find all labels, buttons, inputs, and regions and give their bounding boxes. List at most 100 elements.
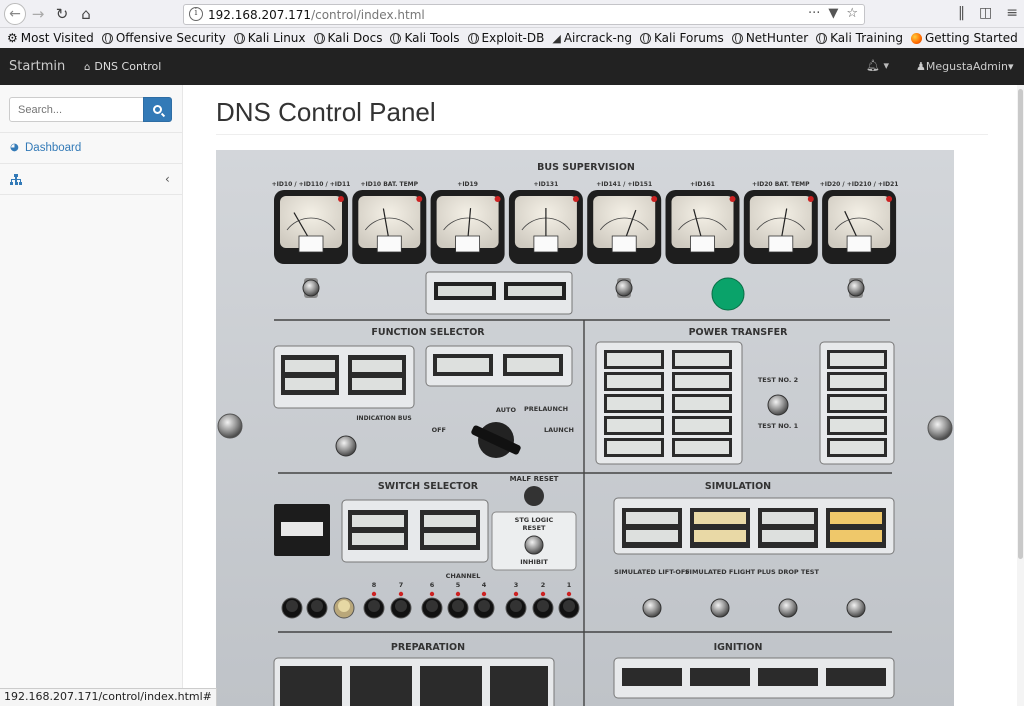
label-simulated-liftoff: SIMULATED LIFT-OFF <box>614 568 690 576</box>
page-title: DNS Control Panel <box>216 97 436 127</box>
channel-number: 5 <box>456 581 461 589</box>
hamburger-menu-icon[interactable]: ≡ <box>1006 5 1018 21</box>
bookmark-label: Getting Started <box>924 31 1018 45</box>
label-stg-logic: STG LOGIC <box>515 516 554 524</box>
channel-number: 3 <box>514 581 519 589</box>
globe-icon <box>816 32 828 44</box>
control-panel-image: BUS SUPERVISION FUNCTION SELECTOR POWER … <box>216 150 954 706</box>
bookmark-kali-training[interactable]: Kali Training <box>816 31 903 45</box>
sidebar: ◕ Dashboard ‹ <box>0 85 183 688</box>
sidebar-item-sitemap[interactable]: ‹ <box>0 164 182 195</box>
pocket-icon[interactable]: ▼ <box>828 6 838 21</box>
meter-label: +ID20 BAT. TEMP <box>752 181 810 188</box>
channel-button <box>505 597 527 619</box>
page-scrollbar[interactable] <box>1017 85 1024 706</box>
meter-5: +ID141 / +ID151 <box>587 181 662 264</box>
notifications-dropdown[interactable]: 🔔︎ ▾ <box>866 59 889 72</box>
channel-button <box>421 597 443 619</box>
meter-label: +ID131 <box>534 181 559 188</box>
dashboard-icon: ◕ <box>10 142 19 153</box>
nav-link-label: DNS Control <box>94 60 162 73</box>
sitemap-icon <box>10 174 22 185</box>
bookmark-label: Kali Linux <box>247 31 306 45</box>
bookmark-getting-started[interactable]: Getting Started <box>910 31 1018 45</box>
bell-icon: 🔔︎ <box>866 59 880 72</box>
meter-label: +ID19 <box>457 181 478 188</box>
label-test-2: TEST NO. 2 <box>758 376 798 384</box>
sidebar-toggle-icon[interactable]: ◫ <box>979 5 992 21</box>
meter-6: +ID161 <box>665 181 740 264</box>
user-dropdown[interactable]: ♟MegustaAdmin▾ <box>916 60 1013 73</box>
search-icon <box>153 105 162 114</box>
bookmark-label: NetHunter <box>745 31 809 45</box>
bookmark-aircrack-ng[interactable]: ◢ Aircrack-ng <box>552 31 632 45</box>
gear-icon: ⚙ <box>7 31 18 45</box>
label-function-selector: FUNCTION SELECTOR <box>371 327 485 338</box>
bookmark-label: Exploit-DB <box>481 31 545 45</box>
address-bar[interactable]: i 192.168.207.171/control/index.html ···… <box>183 4 865 25</box>
channel-button <box>390 597 412 619</box>
search-button[interactable] <box>143 97 172 122</box>
bookmark-label: Kali Forums <box>654 31 724 45</box>
search-input[interactable] <box>9 97 144 122</box>
scrollbar-thumb[interactable] <box>1018 89 1023 559</box>
forward-arrow-icon[interactable]: → <box>28 4 48 24</box>
label-plus-drop-test: PLUS DROP TEST <box>757 568 819 576</box>
channel-button <box>532 597 554 619</box>
bookmark-exploit-db[interactable]: Exploit-DB <box>467 31 545 45</box>
url-path: /control/index.html <box>311 8 425 22</box>
home-icon: ⌂ <box>84 62 91 73</box>
bookmark-kali-docs[interactable]: Kali Docs <box>313 31 383 45</box>
label-reset: RESET <box>522 524 546 532</box>
library-icon[interactable]: ‖ <box>958 5 965 21</box>
channel-number: 8 <box>372 581 377 589</box>
label-inhibit: INHIBIT <box>520 558 548 566</box>
bookmark-label: Offensive Security <box>115 31 226 45</box>
bookmark-kali-linux[interactable]: Kali Linux <box>233 31 306 45</box>
bookmark-label: Kali Tools <box>404 31 460 45</box>
label-test-1: TEST NO. 1 <box>758 422 799 430</box>
globe-icon <box>640 32 652 44</box>
brand-link[interactable]: Startmin <box>9 59 65 74</box>
label-auto: AUTO <box>496 406 517 414</box>
bookmark-kali-forums[interactable]: Kali Forums <box>640 31 724 45</box>
caret-down-icon: ▾ <box>883 59 889 72</box>
bookmark-kali-tools[interactable]: Kali Tools <box>390 31 460 45</box>
meter-label: +ID20 / +ID210 / +ID21 <box>820 181 899 188</box>
page-actions-icon[interactable]: ··· <box>808 6 820 21</box>
label-simulation: SIMULATION <box>705 481 771 492</box>
channel-button <box>281 597 303 619</box>
sidebar-item-label: Dashboard <box>25 142 82 154</box>
channel-number: 2 <box>541 581 546 589</box>
channel-button <box>306 597 328 619</box>
globe-icon <box>313 32 325 44</box>
meter-label: +ID141 / +ID151 <box>596 181 652 188</box>
preparation-indicators <box>273 657 555 706</box>
bookmark-star-icon[interactable]: ☆ <box>846 6 858 21</box>
browser-toolbar: ← → ↻ ⌂ i 192.168.207.171/control/index.… <box>0 0 1024 28</box>
nav-link-dns-control[interactable]: ⌂ DNS Control <box>84 60 161 73</box>
info-icon[interactable]: i <box>189 7 203 21</box>
sidebar-search <box>9 97 172 122</box>
bookmark-offensive-security[interactable]: Offensive Security <box>101 31 226 45</box>
switch-indicator-group <box>341 499 489 563</box>
bookmark-label: Kali Docs <box>327 31 383 45</box>
simulation-indicators <box>613 497 895 555</box>
meter-1: +ID10 / +ID110 / +ID11 <box>272 181 350 264</box>
globe-icon <box>101 32 113 44</box>
chevron-left-icon[interactable]: ‹ <box>165 172 170 186</box>
counter-box <box>274 504 330 556</box>
home-icon[interactable]: ⌂ <box>76 4 96 24</box>
channel-button <box>473 597 495 619</box>
reload-icon[interactable]: ↻ <box>52 4 72 24</box>
bookmark-label: Kali Training <box>830 31 903 45</box>
bookmark-most-visited[interactable]: ⚙ Most Visited <box>7 31 94 45</box>
back-arrow-icon[interactable]: ← <box>4 3 26 25</box>
bookmarks-bar: ⚙ Most Visited Offensive Security Kali Li… <box>0 28 1024 48</box>
meter-2: +ID10 BAT. TEMP <box>352 181 427 264</box>
sidebar-item-dashboard[interactable]: ◕ Dashboard <box>0 132 182 164</box>
channel-button <box>333 597 355 619</box>
ignition-indicators <box>613 657 895 699</box>
bookmark-nethunter[interactable]: NetHunter <box>731 31 809 45</box>
url-host: 192.168.207.171 <box>208 8 312 22</box>
